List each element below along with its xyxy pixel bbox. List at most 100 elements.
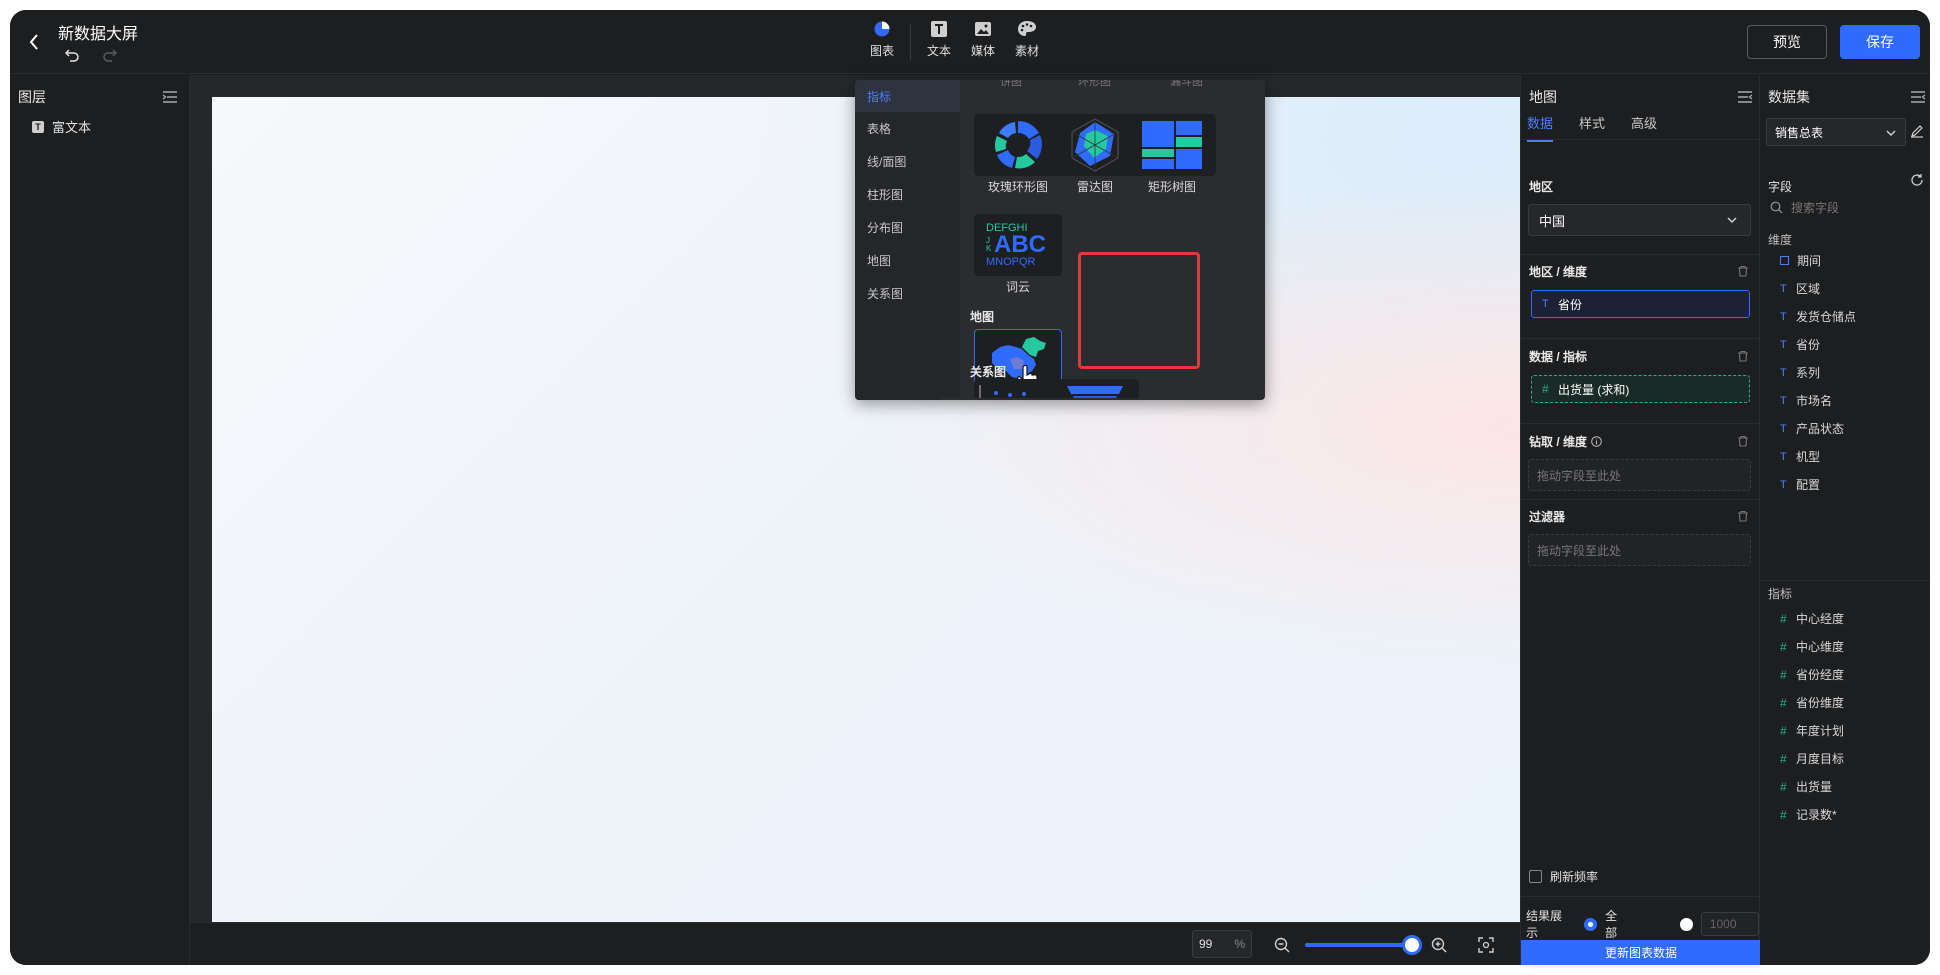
tool-material[interactable]: 素材 <box>1005 20 1049 66</box>
field-item[interactable]: T 产品状态 <box>1780 420 1844 437</box>
radio-all[interactable] <box>1584 917 1598 931</box>
drill-label-row: 钻取 / 维度 <box>1529 433 1602 450</box>
update-chart-data-button[interactable]: 更新图表数据 <box>1521 940 1761 965</box>
edit-icon[interactable] <box>1910 124 1924 138</box>
radar-chart-icon <box>1071 118 1119 172</box>
measure-field-label: 出货量 (求和) <box>1558 382 1630 397</box>
field-item[interactable]: T 省份 <box>1780 336 1820 353</box>
field-item[interactable]: T 系列 <box>1780 364 1820 381</box>
toolbar-divider <box>910 24 911 60</box>
zoom-input[interactable]: 99 % <box>1192 930 1252 958</box>
tool-media[interactable]: 媒体 <box>961 20 1005 66</box>
chart-thumbnail-list: 饼图 环形图 漏斗图 玫瑰环形图 雷达图 矩形树图 DEFGHI J K ABC… <box>960 80 1265 400</box>
trash-icon[interactable] <box>1737 510 1749 522</box>
field-item[interactable]: # 年度计划 <box>1780 722 1844 739</box>
palette-icon <box>1018 21 1036 36</box>
field-item[interactable]: # 月度目标 <box>1780 750 1844 767</box>
zoom-value: 99 <box>1199 937 1213 951</box>
field-item[interactable]: # 省份经度 <box>1780 666 1844 683</box>
field-item-label: 记录数* <box>1796 808 1837 822</box>
field-item[interactable]: # 省份维度 <box>1780 694 1844 711</box>
clipped-chart-label: 环形图 <box>1078 80 1111 88</box>
undo-button[interactable] <box>63 46 81 64</box>
number-type-icon: # <box>1780 611 1787 626</box>
chart-picker-popup: 指标 表格 线/面图 柱形图 分布图 地图 关系图 饼图 环形图 漏斗图 玫瑰环… <box>855 80 1265 400</box>
zoom-slider-thumb[interactable] <box>1402 935 1422 955</box>
trash-icon[interactable] <box>1737 350 1749 362</box>
field-item[interactable]: # 中心经度 <box>1780 610 1844 627</box>
category-line-area[interactable]: 线/面图 <box>855 145 960 177</box>
number-type-icon: # <box>1542 382 1549 396</box>
zoom-slider-track[interactable] <box>1305 943 1410 947</box>
preview-button[interactable]: 预览 <box>1747 25 1827 59</box>
collapse-menu-icon[interactable] <box>1910 90 1926 104</box>
back-button[interactable] <box>24 30 44 54</box>
field-item[interactable]: T 配置 <box>1780 476 1820 493</box>
layer-item[interactable]: T 富文本 <box>32 117 91 136</box>
category-metric[interactable]: 指标 <box>855 80 960 112</box>
number-type-icon: # <box>1780 723 1787 738</box>
region-label: 地区 <box>1529 180 1554 194</box>
category-map[interactable]: 地图 <box>855 244 960 276</box>
info-icon[interactable] <box>1591 436 1602 447</box>
radio-all-label: 全部 <box>1605 909 1618 940</box>
collapse-menu-icon[interactable] <box>162 90 178 104</box>
category-table[interactable]: 表格 <box>855 112 960 144</box>
category-distribution[interactable]: 分布图 <box>855 211 960 243</box>
refresh-frequency-row[interactable]: 刷新频率 <box>1529 868 1598 885</box>
chart-option-rose-ring[interactable] <box>974 114 1062 176</box>
field-item[interactable]: T 市场名 <box>1780 392 1832 409</box>
limit-input[interactable]: 1000 <box>1700 912 1760 936</box>
tool-text[interactable]: 文本 <box>917 20 961 66</box>
field-item[interactable]: T 机型 <box>1780 448 1820 465</box>
tab-style[interactable]: 样式 <box>1579 113 1605 142</box>
drill-drop-zone[interactable]: 拖动字段至此处 <box>1528 459 1751 491</box>
zoom-in-button[interactable] <box>1430 936 1448 954</box>
chart-option-relation-2[interactable] <box>1051 379 1139 400</box>
word-cloud-text: ABC <box>994 231 1046 258</box>
trash-icon[interactable] <box>1737 435 1749 447</box>
dimension-field-pill[interactable]: T 省份 <box>1531 290 1750 318</box>
tool-chart[interactable]: 图表 <box>860 20 904 66</box>
field-item[interactable]: # 中心维度 <box>1780 638 1844 655</box>
section-title-relation: 关系图 <box>970 365 1007 379</box>
field-item[interactable]: T 区域 <box>1780 280 1820 297</box>
divider <box>1521 896 1761 897</box>
field-item[interactable]: # 出货量 <box>1780 778 1832 795</box>
save-button[interactable]: 保存 <box>1840 25 1920 59</box>
zoom-out-button[interactable] <box>1273 936 1291 954</box>
radio-limit[interactable] <box>1680 917 1693 931</box>
field-item[interactable]: 期间 <box>1780 252 1821 269</box>
field-item[interactable]: T 发货仓储点 <box>1780 308 1856 325</box>
dimension-label: 地区 / 维度 <box>1529 265 1588 279</box>
field-search[interactable]: 搜索字段 <box>1770 199 1839 216</box>
chart-option-treemap[interactable] <box>1128 114 1216 176</box>
chart-option-relation-1[interactable] <box>974 379 1062 400</box>
fit-screen-button[interactable] <box>1477 936 1495 954</box>
category-relation[interactable]: 关系图 <box>855 277 960 309</box>
props-title: 地图 <box>1529 89 1557 105</box>
text-type-icon: T <box>1780 366 1787 379</box>
category-bar[interactable]: 柱形图 <box>855 178 960 210</box>
fit-screen-icon <box>1478 937 1494 953</box>
field-item-label: 区域 <box>1796 282 1821 296</box>
tab-data[interactable]: 数据 <box>1527 113 1554 142</box>
field-item[interactable]: # 记录数* <box>1780 806 1837 823</box>
filter-drop-zone[interactable]: 拖动字段至此处 <box>1528 534 1751 566</box>
refresh-checkbox[interactable] <box>1529 870 1542 883</box>
refresh-icon[interactable] <box>1910 173 1924 187</box>
chevron-down-icon <box>1727 217 1737 224</box>
chart-option-radar[interactable] <box>1051 114 1139 176</box>
measure-field-pill[interactable]: # 出货量 (求和) <box>1531 375 1750 403</box>
dataset-select[interactable]: 销售总表 <box>1766 118 1906 146</box>
chart-option-word-cloud[interactable]: DEFGHI J K ABC MNOPQR <box>974 214 1062 276</box>
field-item-label: 产品状态 <box>1796 422 1845 436</box>
trash-icon[interactable] <box>1737 265 1749 277</box>
tab-advanced[interactable]: 高级 <box>1631 113 1657 142</box>
insert-toolbar: 图表 文本 媒体 素材 <box>860 20 1049 66</box>
region-select[interactable]: 中国 <box>1528 204 1751 236</box>
measure-label: 数据 / 指标 <box>1529 350 1588 364</box>
collapse-menu-icon[interactable] <box>1737 90 1753 104</box>
redo-button[interactable] <box>101 46 119 64</box>
text-type-icon: T <box>1542 298 1549 310</box>
